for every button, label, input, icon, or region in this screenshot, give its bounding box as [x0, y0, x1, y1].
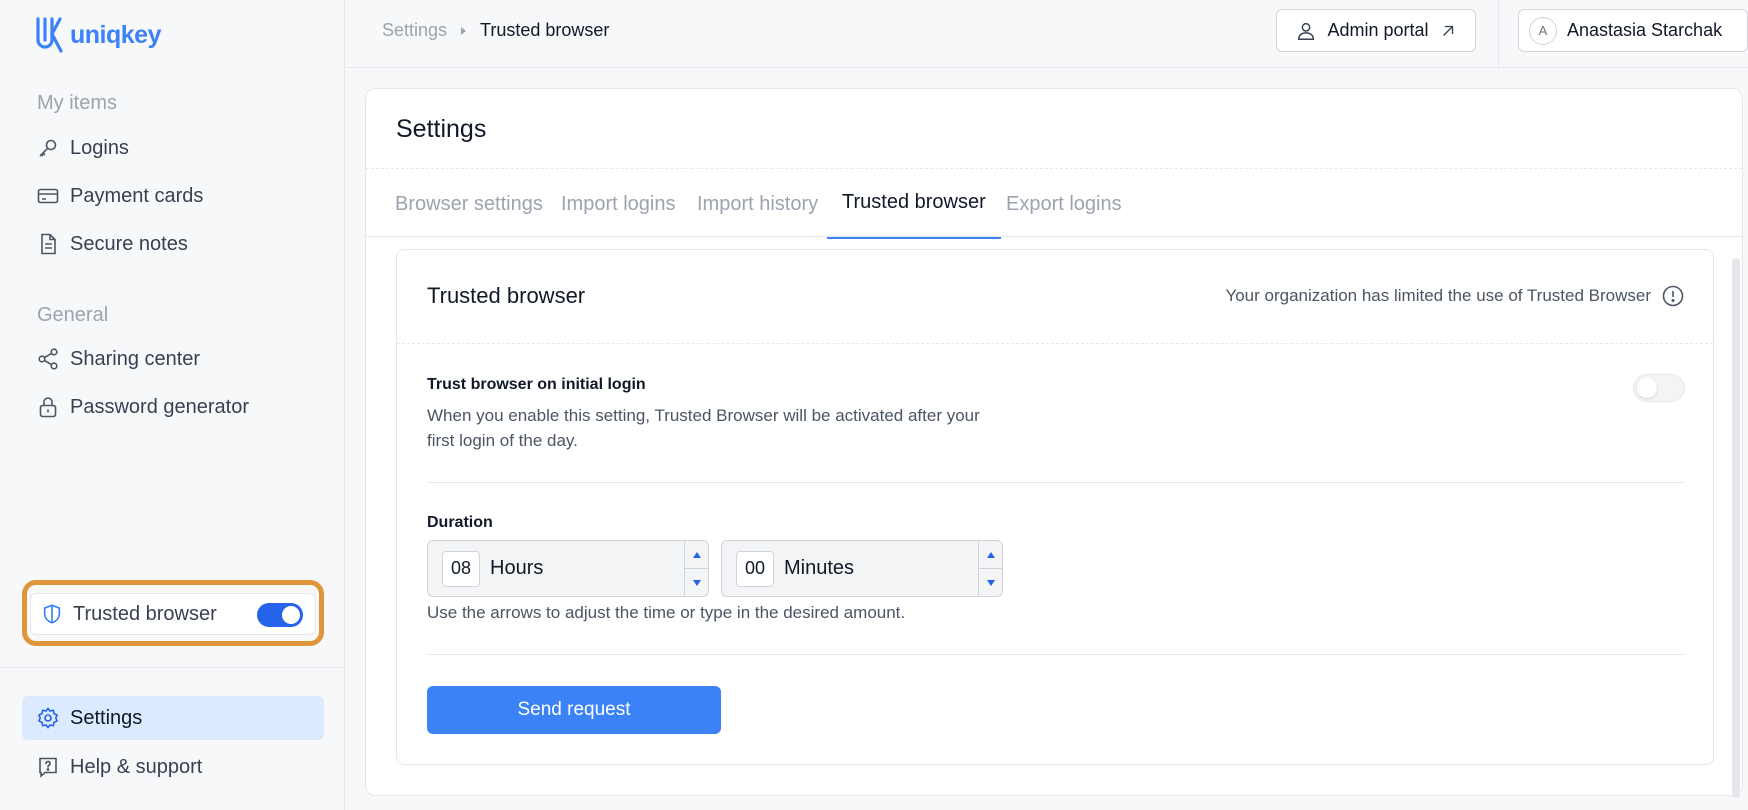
arrow-down-icon: [986, 579, 995, 586]
content-scrollbar[interactable]: [1732, 258, 1740, 798]
minutes-arrows: [978, 541, 1002, 596]
sidebar-item-logins[interactable]: Logins: [22, 126, 324, 170]
sidebar-item-password-generator[interactable]: Password generator: [22, 385, 324, 429]
credit-card-icon: [37, 188, 59, 204]
hours-arrows: [684, 541, 708, 596]
lock-icon: [39, 397, 57, 418]
hours-stepper[interactable]: 08 Hours: [427, 540, 709, 597]
sidebar-divider: [0, 667, 345, 668]
uniqkey-logo-icon: [36, 17, 63, 53]
sidebar-item-sharing-center[interactable]: Sharing center: [22, 337, 324, 381]
tab-import-logins[interactable]: Import logins: [546, 169, 691, 239]
org-limit-text: Your organization has limited the use of…: [1225, 286, 1651, 305]
arrow-up-icon: [692, 551, 701, 558]
user-name: Anastasia Starchak: [1567, 20, 1723, 40]
breadcrumb: Settings Trusted browser: [382, 20, 609, 41]
help-icon: [39, 757, 57, 778]
trusted-browser-panel: Trusted browser Your organization has li…: [396, 249, 1714, 765]
sidebar-item-label: Password generator: [70, 395, 249, 418]
duration-label: Duration: [427, 514, 493, 531]
section-divider: [427, 654, 1685, 655]
key-icon: [39, 139, 57, 157]
sidebar-item-label: Secure notes: [70, 232, 188, 255]
sidebar-item-label: Logins: [70, 136, 129, 159]
hours-increment-button[interactable]: [685, 541, 708, 569]
trusted-browser-label: Trusted browser: [73, 602, 217, 625]
minutes-unit: Minutes: [784, 557, 855, 579]
panel-header-divider: [397, 343, 1713, 344]
sidebar: uniqkey My items Logins Payment cards Se…: [0, 0, 345, 810]
tab-import-history[interactable]: Import history: [682, 169, 833, 239]
sidebar-item-label: Payment cards: [70, 184, 204, 207]
duration-hint: Use the arrows to adjust the time or typ…: [427, 603, 906, 622]
gear-icon: [37, 707, 59, 729]
sidebar-trusted-browser[interactable]: Trusted browser: [30, 593, 316, 635]
page-title: Settings: [396, 115, 487, 143]
section-label-my-items: My items: [37, 92, 117, 114]
admin-portal-label: Admin portal: [1327, 20, 1429, 40]
tab-export-logins[interactable]: Export logins: [991, 169, 1137, 239]
breadcrumb-separator-icon: [461, 26, 467, 35]
avatar: A: [1529, 16, 1557, 45]
sidebar-item-label: Settings: [70, 706, 143, 729]
user-menu-button[interactable]: A Anastasia Starchak: [1518, 9, 1748, 52]
user-icon: [1298, 22, 1315, 40]
option-description: When you enable this setting, Trusted Br…: [427, 406, 980, 450]
tab-browser-settings[interactable]: Browser settings: [380, 169, 558, 239]
arrow-up-icon: [986, 551, 995, 558]
tab-trusted-browser[interactable]: Trusted browser: [827, 169, 1001, 239]
tabs-divider: [366, 236, 1742, 237]
shield-icon: [43, 604, 61, 624]
option-title: Trust browser on initial login: [427, 376, 646, 393]
breadcrumb-settings[interactable]: Settings: [382, 20, 447, 41]
send-request-button[interactable]: Send request: [427, 686, 721, 734]
hours-input[interactable]: 08: [442, 550, 480, 587]
settings-card: Settings Browser settings Import logins …: [365, 88, 1743, 796]
sidebar-item-label: Sharing center: [70, 347, 201, 370]
trusted-browser-toggle[interactable]: [257, 603, 303, 627]
arrow-down-icon: [692, 579, 701, 586]
hours-decrement-button[interactable]: [685, 569, 708, 596]
sidebar-item-label: Help & support: [70, 755, 203, 778]
org-limit-note: Your organization has limited the use of…: [1225, 284, 1685, 308]
trust-initial-login-toggle[interactable]: [1633, 374, 1685, 402]
section-divider: [427, 482, 1685, 483]
logo-text: uniqkey: [70, 20, 161, 49]
sidebar-item-settings[interactable]: Settings: [22, 696, 324, 740]
topbar: Settings Trusted browser Admin portal A …: [346, 0, 1748, 68]
share-icon: [38, 348, 58, 370]
sidebar-item-help-support[interactable]: Help & support: [22, 745, 324, 789]
topbar-divider: [1498, 0, 1499, 68]
logo[interactable]: uniqkey: [34, 16, 161, 54]
panel-title: Trusted browser: [427, 283, 586, 308]
external-link-icon: [1442, 25, 1453, 36]
minutes-input[interactable]: 00: [736, 550, 774, 587]
minutes-decrement-button[interactable]: [979, 569, 1002, 596]
sidebar-item-secure-notes[interactable]: Secure notes: [22, 222, 324, 266]
minutes-increment-button[interactable]: [979, 541, 1002, 569]
hours-unit: Hours: [490, 557, 544, 579]
sidebar-item-payment-cards[interactable]: Payment cards: [22, 174, 324, 218]
document-icon: [41, 233, 56, 255]
info-alert-icon[interactable]: [1661, 284, 1685, 308]
section-label-general: General: [37, 304, 109, 326]
minutes-stepper[interactable]: 00 Minutes: [721, 540, 1003, 597]
admin-portal-button[interactable]: Admin portal: [1276, 9, 1476, 52]
breadcrumb-current: Trusted browser: [480, 20, 610, 40]
